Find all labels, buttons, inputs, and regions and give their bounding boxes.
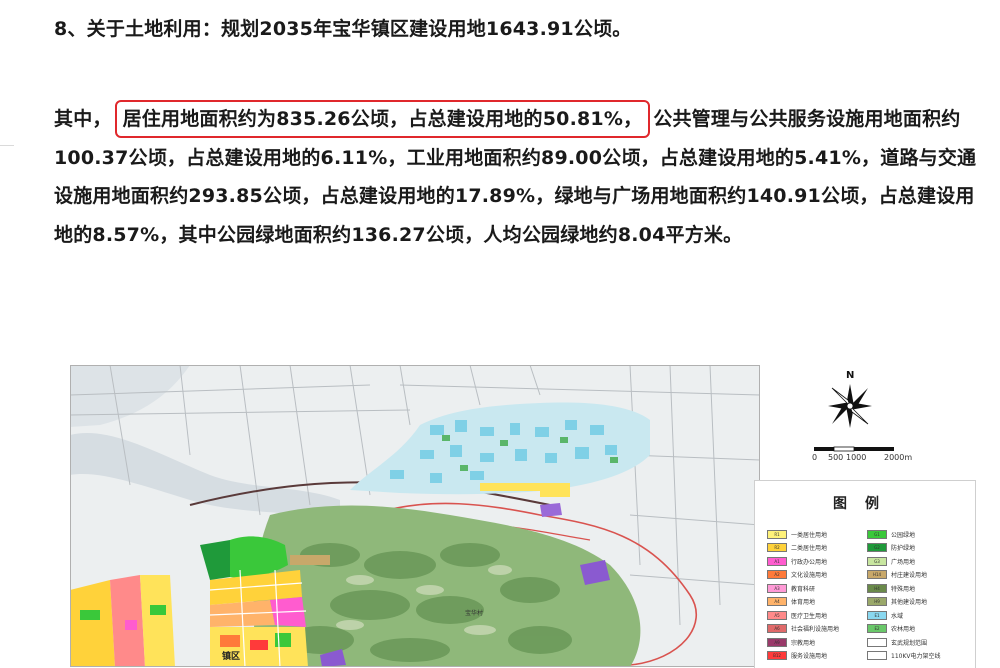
legend-swatch: E1 xyxy=(867,610,887,620)
scale-label-2000: 2000m xyxy=(884,453,913,462)
legend-swatch: G3 xyxy=(867,556,887,566)
legend-item: B12 服务设施用地 xyxy=(767,651,827,661)
legend-item: A2 文化设施用地 xyxy=(767,570,827,580)
place-label-village: 宝华村 xyxy=(465,610,484,617)
legend-label: 广场用地 xyxy=(891,558,916,566)
legend-label: 一类居住用地 xyxy=(791,531,828,539)
scale-label-500: 500 xyxy=(828,453,844,462)
legend-label: 二类居住用地 xyxy=(791,545,828,552)
legend-label: 医疗卫生用地 xyxy=(791,612,828,620)
legend-item: A6 社会福利设施用地 xyxy=(767,624,839,634)
heading-paragraph: 8、关于土地利用：规划2035年宝华镇区建设用地1643.91公顷。 xyxy=(54,18,632,40)
legend-item: H9 其他建设用地 xyxy=(867,597,927,607)
scale-bar: 0 500 1000 2000m xyxy=(812,440,912,468)
legend-item: 玄武规划范围 xyxy=(867,637,927,647)
legend-item: A1 行政办公用地 xyxy=(767,556,827,566)
legend-label: 教育科研 xyxy=(791,585,816,593)
legend-swatch: G1 xyxy=(867,529,887,539)
legend-label: 其他建设用地 xyxy=(891,599,928,606)
legend-item: 110KV电力架空线 xyxy=(867,651,941,661)
legend-item: R2 二类居住用地 xyxy=(767,543,827,553)
map-legend: 图例 R1 一类居住用地 R2 二类居住用地 A1 行政办公用地 A2 文化设施用地 A3 教育科… xyxy=(754,480,976,668)
legend-label: 服务设施用地 xyxy=(791,653,828,660)
north-label: N xyxy=(846,370,855,381)
legend-label: 村庄建设用地 xyxy=(891,572,928,579)
legend-title: 图例 xyxy=(833,496,897,512)
legend-swatch xyxy=(867,651,887,660)
legend-label: 社会福利设施用地 xyxy=(791,626,840,633)
legend-swatch: H14 xyxy=(867,570,887,579)
legend-swatch: A3 xyxy=(767,583,787,593)
legend-swatch: B12 xyxy=(767,651,787,660)
legend-label: 文化设施用地 xyxy=(791,572,828,579)
legend-swatch: A9 xyxy=(767,637,787,647)
legend-item: A5 医疗卫生用地 xyxy=(767,610,827,620)
legend-label: 农林用地 xyxy=(891,626,916,633)
legend-swatch: R1 xyxy=(767,529,787,539)
legend-item: A9 宗教用地 xyxy=(767,637,815,647)
legend-swatch: A4 xyxy=(767,597,787,606)
legend-label: 防护绿地 xyxy=(891,545,916,552)
legend-swatch: A1 xyxy=(767,556,787,566)
legend-item: A4 体育用地 xyxy=(767,597,815,607)
legend-label: 玄武规划范围 xyxy=(891,639,928,647)
legend-label: 体育用地 xyxy=(791,599,816,606)
legend-item: G2 防护绿地 xyxy=(867,543,915,553)
legend-swatch: E2 xyxy=(867,624,887,633)
side-divider xyxy=(0,145,14,146)
legend-swatch xyxy=(867,637,887,647)
scale-label-1000: 1000 xyxy=(846,453,867,462)
legend-swatch: G2 xyxy=(867,543,887,552)
legend-item: H14 村庄建设用地 xyxy=(867,570,927,580)
body-prefix: 其中， xyxy=(54,108,112,130)
legend-label: 宗教用地 xyxy=(791,639,816,647)
north-compass: N xyxy=(810,366,890,438)
legend-item: E1 水域 xyxy=(867,610,903,620)
legend-swatch: A2 xyxy=(767,570,787,579)
legend-item: G3 广场用地 xyxy=(867,556,915,566)
legend-item: H4 特殊用地 xyxy=(867,583,915,593)
legend-item: E2 农林用地 xyxy=(867,624,915,634)
legend-item: A3 教育科研 xyxy=(767,583,815,593)
place-label-town: 镇区 xyxy=(222,652,241,662)
legend-label: 水域 xyxy=(891,612,904,620)
map-graphic xyxy=(70,365,760,667)
legend-swatch: A5 xyxy=(767,610,787,620)
land-use-map: 宝华村 镇区 xyxy=(70,365,760,667)
body-paragraph: 其中， 居住用地面积约为835.26公顷，占总建设用地的50.81%， 公共管理与公… xyxy=(54,100,984,254)
scale-label-0: 0 xyxy=(812,453,818,462)
legend-label: 特殊用地 xyxy=(891,585,916,593)
legend-item: R1 一类居住用地 xyxy=(767,529,827,539)
legend-swatch: R2 xyxy=(767,543,787,552)
legend-item: G1 公园绿地 xyxy=(867,529,915,539)
legend-label: 110KV电力架空线 xyxy=(891,653,941,660)
highlighted-residential-text: 居住用地面积约为835.26公顷，占总建设用地的50.81%， xyxy=(114,100,651,138)
legend-label: 公园绿地 xyxy=(891,531,916,539)
legend-label: 行政办公用地 xyxy=(791,558,828,566)
legend-swatch: A6 xyxy=(767,624,787,633)
legend-swatch: H4 xyxy=(867,583,887,593)
legend-swatch: H9 xyxy=(867,597,887,606)
